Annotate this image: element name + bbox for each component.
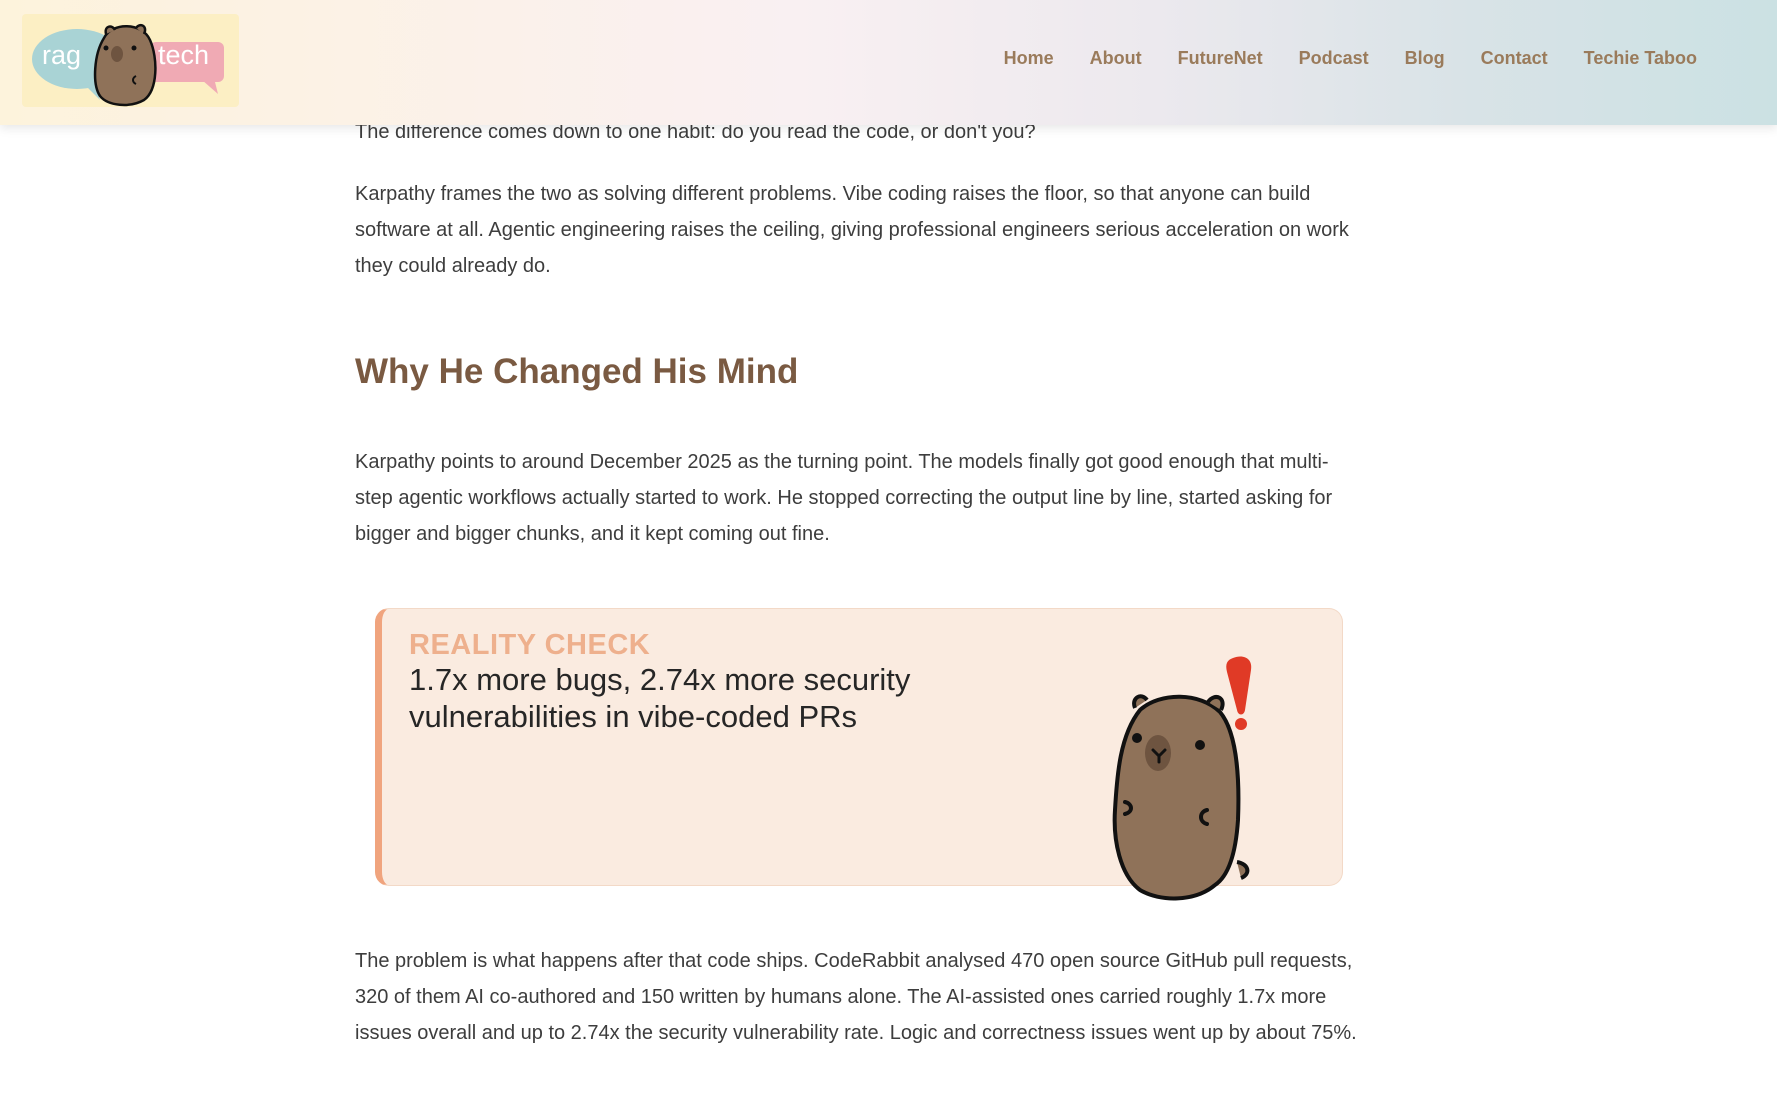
site-header: rag tech Home About FutureNet Podcast Bl… — [0, 0, 1777, 125]
page: The difference comes down to one habit: … — [0, 0, 1777, 1107]
nav-futurenet[interactable]: FutureNet — [1178, 48, 1263, 69]
nav-contact[interactable]: Contact — [1481, 48, 1548, 69]
site-logo[interactable]: rag tech — [22, 14, 239, 107]
callout-text: 1.7x more bugs, 2.74x more security vuln… — [409, 662, 911, 734]
section-heading: Why He Changed His Mind — [355, 352, 799, 391]
article-paragraph: The problem is what happens after that c… — [355, 950, 1357, 1044]
article-paragraph: Karpathy points to around December 2025 … — [355, 451, 1333, 545]
nav-techie-taboo[interactable]: Techie Taboo — [1584, 48, 1697, 69]
capybara-alert-icon — [1105, 650, 1275, 910]
logo-text-rag: rag — [42, 40, 82, 70]
article-paragraph: Karpathy frames the two as solving diffe… — [355, 183, 1349, 277]
logo-text-tech: tech — [158, 40, 210, 70]
main-nav: Home About FutureNet Podcast Blog Contac… — [968, 48, 1697, 69]
nav-about[interactable]: About — [1090, 48, 1142, 69]
nav-blog[interactable]: Blog — [1405, 48, 1445, 69]
callout-kicker: REALITY CHECK — [409, 629, 651, 661]
nav-home[interactable]: Home — [1004, 48, 1054, 69]
nav-podcast[interactable]: Podcast — [1299, 48, 1369, 69]
